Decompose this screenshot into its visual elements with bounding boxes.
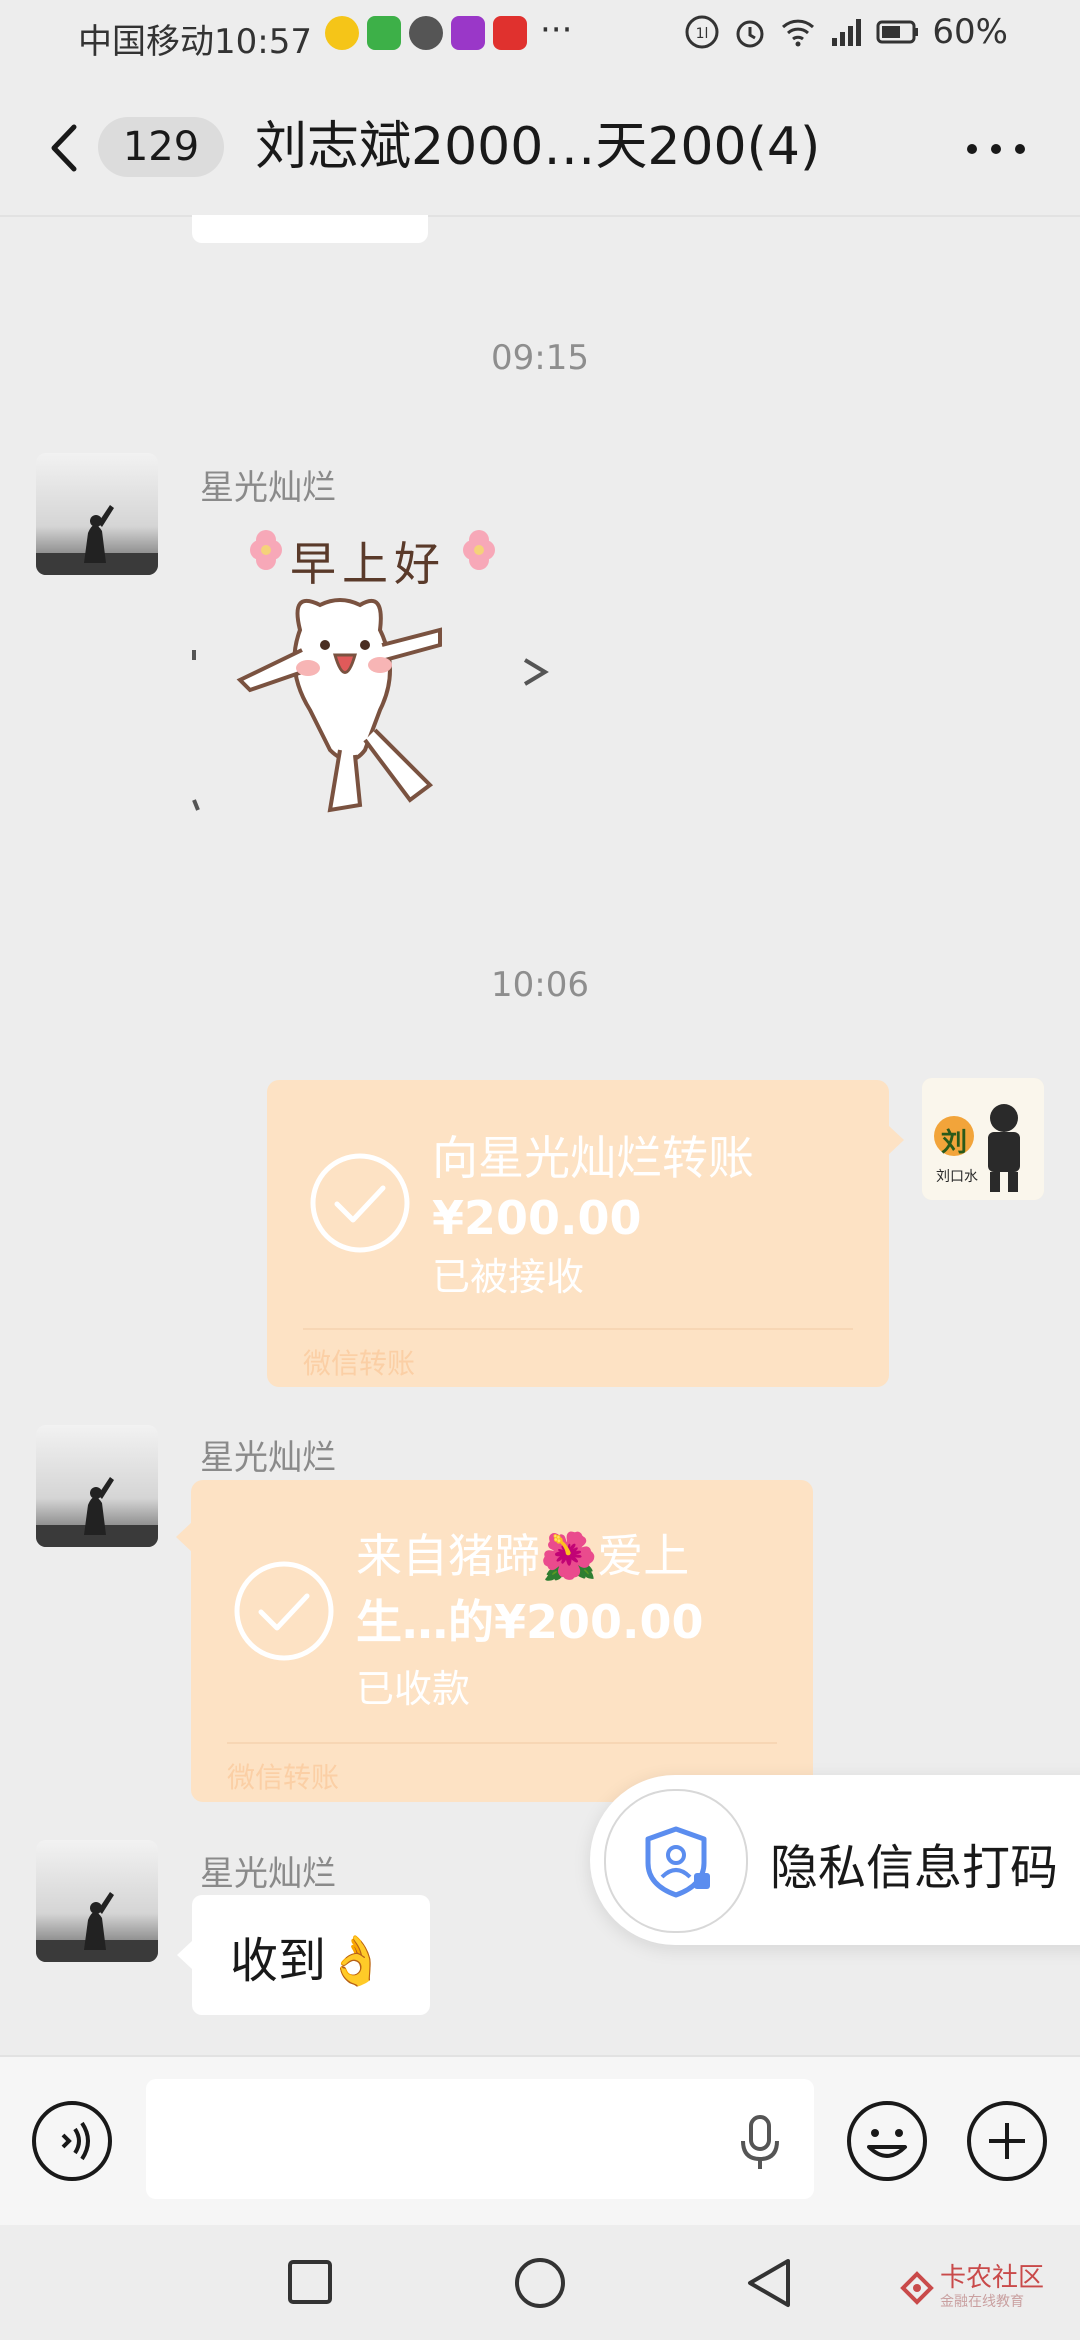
wifi-icon [782, 19, 815, 47]
transfer-amount: ¥200.00 [432, 1191, 642, 1245]
unread-count-badge[interactable]: 129 [98, 117, 224, 177]
alarm-icon [736, 20, 764, 48]
watermark-subtext: 金融在线教育 [940, 2294, 1024, 2310]
voice-icon[interactable] [30, 2099, 114, 2183]
carrier-name: 中国移动 [78, 22, 214, 62]
svg-text:1l: 1l [696, 26, 709, 42]
back-triangle-icon[interactable] [742, 2255, 796, 2311]
system-nav-bar: 卡农社区 金融在线教育 [0, 2225, 1080, 2340]
message-timestamp: 09:15 [491, 338, 589, 378]
hd-call-icon: 1l [685, 15, 719, 49]
transfer-divider [227, 1742, 777, 1744]
incoming-transfer-card[interactable]: 来自猪蹄🌺爱上 生…的¥200.00 已收款 微信转账 [191, 1480, 813, 1802]
privacy-icon-circle [604, 1789, 748, 1933]
chevron-left-icon[interactable] [44, 123, 84, 173]
signal-icon [832, 19, 862, 46]
status-more-dots: ··· [540, 10, 573, 50]
status-time: 10:57 [214, 22, 312, 62]
privacy-mask-label: 隐私信息打码 [770, 1840, 1059, 1896]
transfer-title-line2: 生…的¥200.00 [356, 1595, 704, 1649]
battery-icon [876, 20, 919, 44]
sender-avatar[interactable] [36, 1425, 158, 1547]
status-carrier-time: 中国移动10:57 [78, 14, 312, 63]
sender-avatar[interactable] [36, 1840, 158, 1962]
sender-avatar[interactable] [36, 453, 158, 575]
transfer-divider [303, 1328, 853, 1330]
weibo-icon [325, 16, 359, 50]
avatar-badge-text: 刘 [941, 1128, 968, 1158]
browser-icon [409, 16, 443, 50]
recents-square-icon[interactable] [285, 2257, 335, 2307]
message-input[interactable] [146, 2079, 814, 2199]
message-text: 收到👌 [230, 1933, 386, 1989]
transfer-status: 已收款 [356, 1667, 471, 1711]
check-circle-icon [234, 1561, 334, 1661]
message-bubble-partial[interactable] [192, 215, 428, 243]
text-message-bubble[interactable]: 收到👌 [192, 1895, 430, 2015]
transfer-footer: 微信转账 [303, 1347, 416, 1380]
flower-left-icon [250, 530, 282, 570]
message-input-bar [0, 2055, 1080, 2227]
bank-app-icon [451, 16, 485, 50]
avatar-silhouette-image [36, 1425, 158, 1547]
sender-name: 星光灿烂 [200, 1438, 336, 1478]
home-circle-icon[interactable] [512, 2255, 568, 2311]
avatar-silhouette-image [36, 453, 158, 575]
watermark-text: 卡农社区 [940, 2263, 1045, 2293]
my-avatar[interactable]: 刘 刘口水 [922, 1078, 1044, 1200]
chat-title: 刘志斌2000…天200(4) [255, 117, 821, 177]
transfer-title: 向星光灿烂转账 [432, 1131, 754, 1185]
sticker-caption: 早上好 [290, 537, 446, 591]
video-app-icon [367, 16, 401, 50]
shield-person-icon [645, 1826, 710, 1898]
status-bar: 中国移动10:57 ··· 1l 60% [0, 0, 1080, 75]
message-timestamp: 10:06 [491, 965, 589, 1005]
battery-percentage: 60% [932, 12, 1008, 52]
privacy-mask-button[interactable]: 隐私信息打码 [590, 1775, 1080, 1945]
emoji-icon[interactable] [845, 2099, 929, 2183]
chat-header: 129 刘志斌2000…天200(4) [0, 75, 1080, 215]
header-divider [0, 215, 1080, 217]
transfer-title-line1: 来自猪蹄🌺爱上 [356, 1529, 690, 1583]
plus-icon[interactable] [965, 2099, 1049, 2183]
check-circle-icon [310, 1153, 410, 1253]
outgoing-transfer-card[interactable]: 向星光灿烂转账 ¥200.00 已被接收 微信转账 [267, 1080, 889, 1387]
bubble-tail [177, 1940, 193, 1970]
status-indicators: 1l 60% [684, 12, 1008, 52]
bubble-tail [176, 1522, 192, 1552]
avatar-silhouette-image [36, 1840, 158, 1962]
shop-app-icon [493, 16, 527, 50]
microphone-icon[interactable] [735, 2113, 785, 2173]
transfer-status: 已被接收 [432, 1255, 585, 1299]
watermark-logo-icon [900, 2271, 934, 2305]
avatar-caption: 刘口水 [936, 1169, 978, 1185]
flower-right-icon [463, 530, 495, 570]
sender-name: 星光灿烂 [200, 1854, 336, 1894]
bubble-tail [888, 1125, 904, 1155]
notification-icons [325, 16, 527, 54]
sticker-message[interactable]: 早上好 [190, 510, 560, 860]
sender-name: 星光灿烂 [200, 468, 336, 508]
watermark: 卡农社区 金融在线教育 [900, 2265, 1044, 2311]
more-dots-icon[interactable] [964, 139, 1028, 159]
transfer-footer: 微信转账 [227, 1761, 340, 1794]
